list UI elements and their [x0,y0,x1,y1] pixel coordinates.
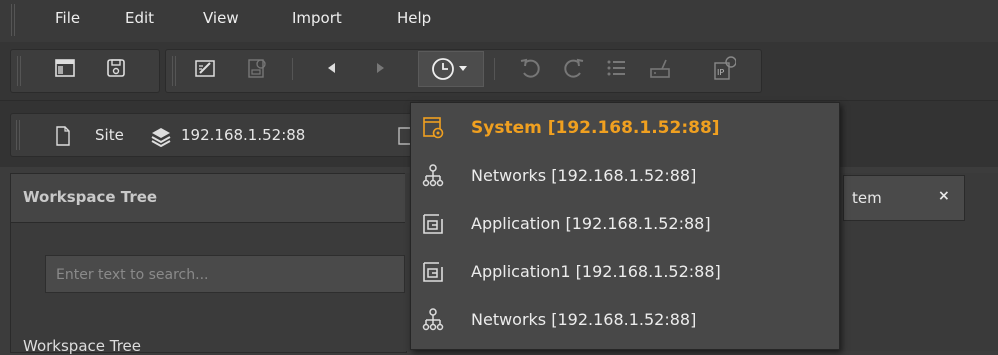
ip-settings-icon[interactable]: IP [712,56,736,80]
menu-file[interactable]: File [55,9,80,27]
tab-system[interactable]: tem × [843,175,965,221]
breadcrumb-grip[interactable] [16,120,22,150]
toolbar-grip[interactable] [17,56,23,86]
back-icon[interactable] [320,56,344,80]
history-item-application1[interactable]: Application1 [192.168.1.52:88] [411,250,839,296]
save-icon[interactable] [104,56,128,80]
history-item-label: Application1 [192.168.1.52:88] [471,262,721,281]
workspace-panel: Workspace Tree Enter text to search... W… [10,173,407,355]
menu-bar: File Edit View Import Help [0,0,998,43]
toolbar-grip-2[interactable] [172,56,178,86]
application-icon [421,212,443,234]
file-icon [55,126,71,150]
toolbar-group-file [10,49,160,93]
undo-icon[interactable] [518,56,542,80]
toolbar-separator-2 [494,58,495,80]
history-item-networks[interactable]: Networks [192.168.1.52:88] [411,154,839,200]
menu-help[interactable]: Help [397,9,431,27]
history-item-system[interactable]: System [192.168.1.52:88] [411,106,839,152]
close-icon[interactable]: × [938,188,950,204]
network-device-icon[interactable] [648,56,672,80]
tab-label: tem [852,189,882,207]
history-item-networks-2[interactable]: Networks [192.168.1.52:88] [411,298,839,344]
toolbar: IP [0,42,998,100]
menu-view[interactable]: View [203,9,239,27]
list-icon[interactable] [604,56,628,80]
breadcrumb-site[interactable]: Site [95,126,124,144]
workspace-title: Workspace Tree [23,188,158,206]
svg-text:IP: IP [717,68,724,77]
history-icon[interactable] [418,51,484,87]
history-item-label: Networks [192.168.1.52:88] [471,310,697,329]
workspace-header: Workspace Tree [11,174,406,223]
window-icon[interactable] [53,56,77,80]
redo-icon[interactable] [562,56,586,80]
server-icon [149,125,173,151]
history-item-label: Networks [192.168.1.52:88] [471,166,697,185]
search-input[interactable]: Enter text to search... [45,255,405,293]
forward-icon[interactable] [368,56,392,80]
toolbar-separator [292,58,293,80]
device-icon[interactable] [245,56,269,80]
breadcrumb: Site 192.168.1.52:88 [10,113,432,157]
network-icon [421,308,444,331]
menu-import[interactable]: Import [292,9,342,27]
network-icon [421,164,444,187]
history-item-application[interactable]: Application [192.168.1.52:88] [411,202,839,248]
application-icon [421,260,443,282]
workspace-tree-root[interactable]: Workspace Tree [23,337,141,355]
history-item-label: Application [192.168.1.52:88] [471,214,711,233]
history-item-label: System [192.168.1.52:88] [471,118,720,138]
breadcrumb-server[interactable]: 192.168.1.52:88 [181,126,305,144]
edit-icon[interactable] [193,56,217,80]
menu-grip[interactable] [11,4,17,36]
system-icon [421,116,444,139]
history-dropdown: System [192.168.1.52:88] Networks [192.1… [410,102,840,350]
menu-edit[interactable]: Edit [125,9,154,27]
